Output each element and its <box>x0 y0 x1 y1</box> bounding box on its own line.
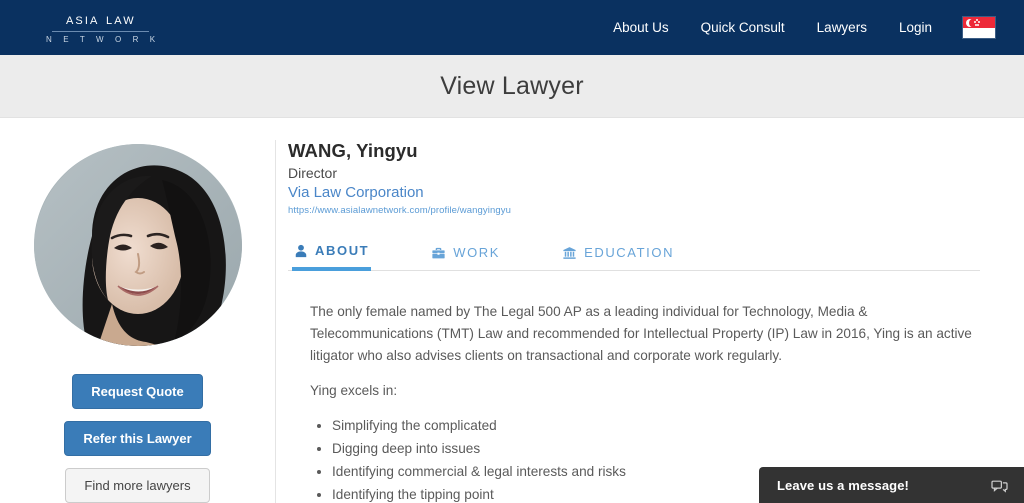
nav-item-quick-consult[interactable]: Quick Consult <box>685 20 801 35</box>
tab-work-label: Work <box>453 245 501 260</box>
nav-item-about-us[interactable]: About Us <box>597 20 685 35</box>
tab-education[interactable]: Education <box>560 237 676 271</box>
lawyer-job-title: Director <box>288 165 338 181</box>
lawyer-profile-url[interactable]: https://www.asialawnetwork.com/profile/w… <box>288 205 980 216</box>
flag-stars-shape <box>974 19 983 27</box>
avatar <box>33 144 242 346</box>
about-paragraph-2: Ying excels in: <box>310 383 398 399</box>
request-quote-button[interactable]: Request Quote <box>72 374 203 409</box>
about-paragraph-1: The only female named by The Legal 500 A… <box>310 304 972 364</box>
profile-sidebar: Request Quote Refer this Lawyer Find mor… <box>0 140 275 503</box>
site-header: Asia Law N E T W O R K About Us Quick Co… <box>0 0 1024 55</box>
list-item: Simplifying the complicated <box>332 415 980 437</box>
speech-bubble-icon[interactable] <box>991 478 1008 493</box>
logo-secondary-text: N E T W O R K <box>46 34 160 44</box>
profile-content: WANG, Yingyu Director Via Law Corporatio… <box>275 140 1024 503</box>
tab-about[interactable]: About <box>292 237 372 271</box>
sidebar-action-buttons: Request Quote Refer this Lawyer Find mor… <box>64 374 211 503</box>
person-icon <box>294 244 308 258</box>
briefcase-icon <box>431 246 446 260</box>
nav-item-login[interactable]: Login <box>883 20 948 35</box>
page-root: Asia Law N E T W O R K About Us Quick Co… <box>0 0 1024 503</box>
list-item: Digging deep into issues <box>332 438 980 460</box>
nav-item-lawyers[interactable]: Lawyers <box>801 20 883 35</box>
avatar-portrait <box>33 144 242 346</box>
page-title: View Lawyer <box>440 71 584 100</box>
profile-header: WANG, Yingyu Director Via Law Corporatio… <box>288 140 980 216</box>
page-title-band: View Lawyer <box>0 55 1024 118</box>
logo-primary-text: Asia Law <box>65 10 136 28</box>
lawyer-firm-link[interactable]: Via Law Corporation <box>288 184 980 201</box>
singapore-flag-icon[interactable] <box>962 16 996 39</box>
find-more-lawyers-button[interactable]: Find more lawyers <box>65 468 210 503</box>
bank-icon <box>562 246 577 260</box>
refer-lawyer-button[interactable]: Refer this Lawyer <box>64 421 211 456</box>
chat-widget-label: Leave us a message! <box>777 477 909 493</box>
tab-work[interactable]: Work <box>429 237 502 271</box>
lawyer-name: WANG, Yingyu <box>288 140 418 161</box>
main-navigation: About Us Quick Consult Lawyers Login <box>597 16 996 39</box>
tab-about-label: About <box>315 243 370 258</box>
tab-education-label: Education <box>584 245 675 260</box>
site-logo[interactable]: Asia Law N E T W O R K <box>42 10 160 44</box>
chat-widget[interactable]: Leave us a message! <box>759 467 1024 503</box>
profile-tabs: About Work <box>288 236 980 271</box>
flag-crescent-shape <box>966 19 976 27</box>
logo-divider <box>52 30 150 32</box>
page-body: Request Quote Refer this Lawyer Find mor… <box>0 118 1024 503</box>
